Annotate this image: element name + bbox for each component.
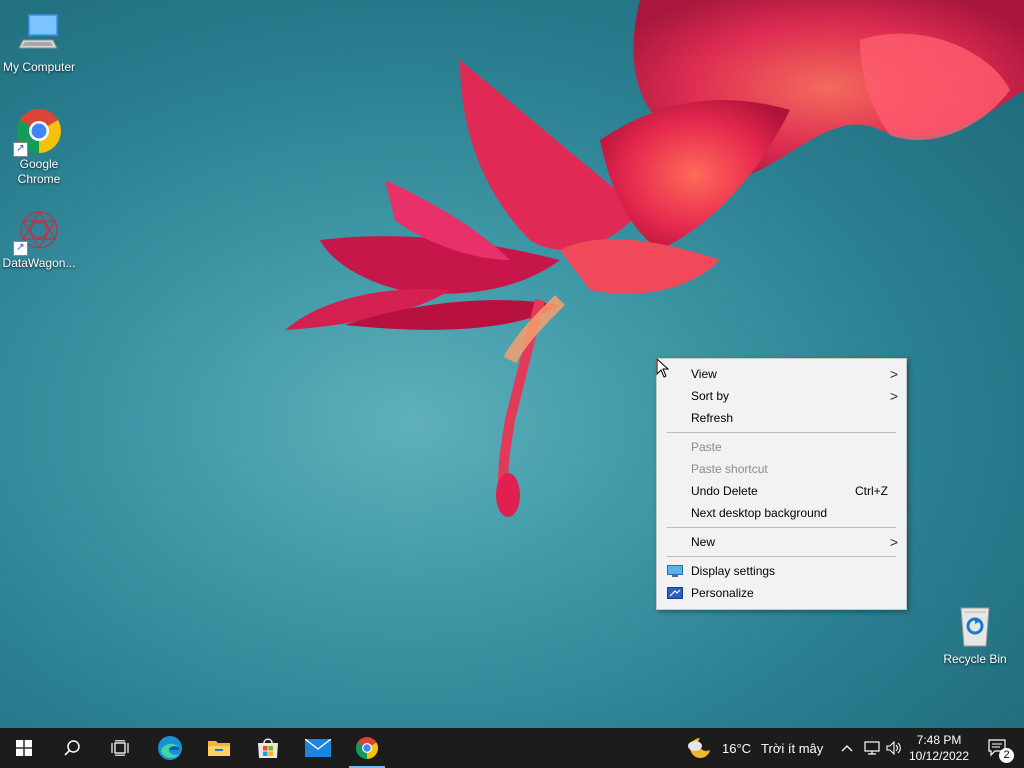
computer-icon [15, 10, 63, 58]
desktop-icon-my-computer[interactable]: My Computer [0, 10, 78, 75]
speaker-icon [886, 741, 901, 755]
personalize-icon [667, 587, 683, 599]
desktop-icon-google-chrome[interactable]: ↗ Google Chrome [0, 107, 78, 187]
menu-item-personalize[interactable]: Personalize [657, 582, 906, 604]
menu-item-label: Refresh [691, 411, 734, 425]
recycle-bin-icon [951, 602, 999, 650]
clock-date: 10/12/2022 [908, 749, 970, 763]
menu-item-label: View [691, 367, 717, 381]
desktop-icon-label: Recycle Bin [943, 652, 1007, 666]
menu-item-new[interactable]: New > [657, 531, 906, 553]
chrome-icon [356, 737, 378, 759]
volume-button[interactable] [884, 728, 904, 768]
shortcut-arrow-icon: ↗ [13, 241, 28, 256]
menu-item-shortcut: Ctrl+Z [855, 484, 888, 498]
chevron-right-icon: > [889, 534, 898, 550]
taskbar-app-mail[interactable] [294, 728, 342, 768]
clock[interactable]: 7:48 PM 10/12/2022 [906, 728, 972, 768]
menu-item-refresh[interactable]: Refresh [657, 407, 906, 429]
weather-widget[interactable]: 16°C Trời ít mây [686, 728, 823, 768]
notification-badge: 2 [999, 748, 1014, 763]
menu-item-undo-delete[interactable]: Undo Delete Ctrl+Z [657, 480, 906, 502]
menu-item-view[interactable]: View > [657, 363, 906, 385]
menu-separator [667, 527, 896, 528]
taskbar: 16°C Trời ít mây 7:48 PM 10/12/2022 2 [0, 728, 1024, 768]
task-view-button[interactable] [96, 728, 144, 768]
desktop-icon-label: Google Chrome [17, 157, 61, 186]
shortcut-arrow-icon: ↗ [13, 142, 28, 157]
menu-item-label: New [691, 535, 716, 549]
network-button[interactable] [862, 728, 882, 768]
network-icon [864, 741, 880, 755]
folder-icon [208, 741, 230, 756]
taskbar-app-file-explorer[interactable] [195, 728, 243, 768]
search-button[interactable] [48, 728, 96, 768]
taskbar-app-edge[interactable] [146, 728, 194, 768]
desktop-context-menu: View > Sort by > Refresh Paste Paste sho… [656, 358, 907, 610]
weather-description: Trời ít mây [761, 740, 824, 756]
menu-item-label: Paste shortcut [691, 462, 768, 476]
chrome-icon: ↗ [13, 107, 63, 157]
taskbar-app-microsoft-store[interactable] [244, 728, 292, 768]
datawagon-icon: ↗ [13, 206, 63, 256]
display-icon [667, 565, 683, 577]
menu-item-label: Sort by [691, 389, 730, 403]
weather-partly-cloudy-night-icon [688, 738, 710, 758]
menu-item-label: Display settings [691, 564, 776, 578]
menu-item-label: Next desktop background [691, 506, 828, 520]
chevron-right-icon: > [889, 366, 898, 382]
menu-item-label: Undo Delete [691, 484, 758, 498]
chevron-right-icon: > [889, 388, 898, 404]
menu-separator [667, 432, 896, 433]
menu-separator [667, 556, 896, 557]
menu-item-paste: Paste [657, 436, 906, 458]
task-view-icon [111, 740, 129, 756]
desktop-icon-recycle-bin[interactable]: Recycle Bin [936, 602, 1014, 667]
start-button[interactable] [0, 728, 48, 768]
action-center-button[interactable]: 2 [978, 728, 1018, 768]
menu-item-next-desktop-background[interactable]: Next desktop background [657, 502, 906, 524]
mouse-cursor-icon [656, 358, 670, 378]
menu-item-display-settings[interactable]: Display settings [657, 560, 906, 582]
desktop-icon-label: DataWagon... [2, 256, 76, 270]
chevron-up-icon [841, 745, 853, 752]
mail-icon [305, 739, 331, 757]
store-icon [258, 738, 278, 758]
menu-item-paste-shortcut: Paste shortcut [657, 458, 906, 480]
desktop-icon-label: My Computer [2, 60, 76, 74]
show-hidden-icons-button[interactable] [838, 728, 856, 768]
menu-item-sort-by[interactable]: Sort by > [657, 385, 906, 407]
menu-item-label: Paste [691, 440, 722, 454]
windows-logo-icon [16, 740, 32, 756]
search-icon [64, 740, 80, 756]
menu-item-label: Personalize [691, 586, 754, 600]
clock-time: 7:48 PM [916, 733, 962, 747]
weather-temperature: 16°C [722, 740, 752, 756]
edge-icon [158, 736, 182, 760]
desktop-icon-datawagon[interactable]: ↗ DataWagon... [0, 206, 78, 271]
taskbar-app-chrome[interactable] [343, 728, 391, 768]
